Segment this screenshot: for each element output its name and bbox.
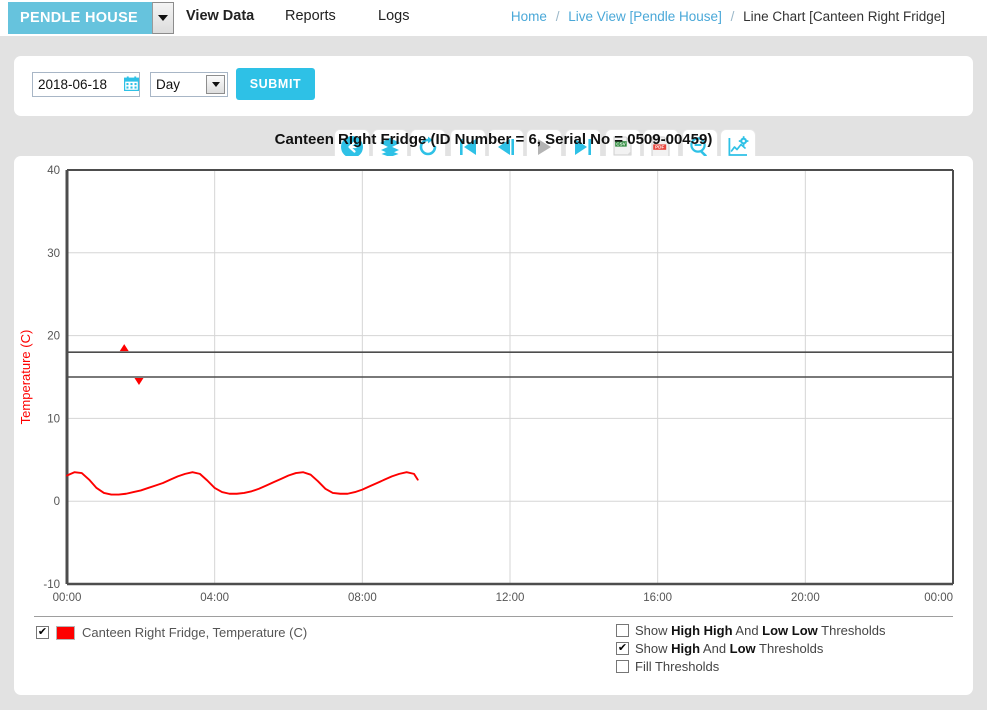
svg-text:04:00: 04:00 bbox=[200, 592, 229, 604]
checkbox-high-low[interactable]: ✔ bbox=[616, 642, 629, 655]
chart-panel: -10 0 10 20 30 40 00:00 04:00 08:00 12:00 16:00 20:… bbox=[14, 156, 973, 695]
series-visibility-checkbox[interactable]: ✔ bbox=[36, 626, 49, 639]
nav-item-logs[interactable]: Logs bbox=[378, 8, 409, 24]
svg-text:0: 0 bbox=[54, 496, 60, 508]
period-select-value: Day bbox=[156, 77, 180, 92]
nav-item-view-data[interactable]: View Data bbox=[186, 8, 254, 24]
svg-text:-10: -10 bbox=[43, 579, 60, 591]
option-high-low[interactable]: ✔ Show High And Low Thresholds bbox=[616, 640, 885, 656]
chart-title: Canteen Right Fridge (ID Number = 6, Ser… bbox=[0, 131, 987, 148]
chart-toolbar: Day SUBMIT bbox=[14, 56, 973, 116]
breadcrumb-live-view[interactable]: Live View [Pendle House] bbox=[568, 9, 722, 24]
submit-button[interactable]: SUBMIT bbox=[236, 68, 315, 100]
svg-text:16:00: 16:00 bbox=[643, 592, 672, 604]
calendar-icon[interactable] bbox=[124, 76, 139, 91]
series-color-swatch bbox=[56, 626, 75, 640]
svg-text:10: 10 bbox=[47, 413, 60, 425]
breadcrumb: Home / Live View [Pendle House] / Line C… bbox=[511, 9, 945, 24]
threshold-options: Show High High And Low Low Thresholds ✔ … bbox=[616, 622, 885, 676]
site-selector[interactable]: PENDLE HOUSE bbox=[8, 2, 174, 34]
option-fill-thresholds-label: Fill Thresholds bbox=[635, 659, 719, 674]
site-name-label: PENDLE HOUSE bbox=[8, 2, 152, 34]
breadcrumb-separator: / bbox=[731, 9, 735, 24]
svg-text:30: 30 bbox=[47, 248, 60, 260]
breadcrumb-separator: / bbox=[556, 9, 560, 24]
svg-text:00:00: 00:00 bbox=[924, 592, 953, 604]
option-high-high-low-low-label: Show High High And Low Low Thresholds bbox=[635, 623, 885, 638]
svg-text:12:00: 12:00 bbox=[496, 592, 525, 604]
svg-text:20:00: 20:00 bbox=[791, 592, 820, 604]
svg-text:00:00: 00:00 bbox=[53, 592, 82, 604]
svg-text:20: 20 bbox=[47, 331, 60, 343]
top-navigation-bar: PENDLE HOUSE View Data Reports Logs Home… bbox=[0, 0, 987, 36]
option-high-high-low-low[interactable]: Show High High And Low Low Thresholds bbox=[616, 622, 885, 638]
option-fill-thresholds[interactable]: Fill Thresholds bbox=[616, 658, 885, 674]
svg-text:40: 40 bbox=[47, 165, 60, 177]
svg-text:Temperature (C): Temperature (C) bbox=[18, 330, 33, 425]
legend-divider bbox=[34, 616, 953, 617]
nav-item-reports[interactable]: Reports bbox=[285, 8, 336, 24]
chevron-down-icon[interactable] bbox=[206, 75, 225, 94]
breadcrumb-home[interactable]: Home bbox=[511, 9, 547, 24]
period-select[interactable]: Day bbox=[150, 72, 228, 97]
series-legend-label: Canteen Right Fridge, Temperature (C) bbox=[82, 625, 307, 640]
line-chart[interactable]: -10 0 10 20 30 40 00:00 04:00 08:00 12:00 16:00 20:… bbox=[14, 156, 973, 616]
chevron-down-icon[interactable] bbox=[152, 2, 174, 34]
series-legend[interactable]: ✔ Canteen Right Fridge, Temperature (C) bbox=[36, 625, 307, 640]
svg-text:08:00: 08:00 bbox=[348, 592, 377, 604]
checkbox-high-high-low-low[interactable] bbox=[616, 624, 629, 637]
breadcrumb-current: Line Chart [Canteen Right Fridge] bbox=[743, 9, 945, 24]
option-high-low-label: Show High And Low Thresholds bbox=[635, 641, 823, 656]
checkbox-fill-thresholds[interactable] bbox=[616, 660, 629, 673]
